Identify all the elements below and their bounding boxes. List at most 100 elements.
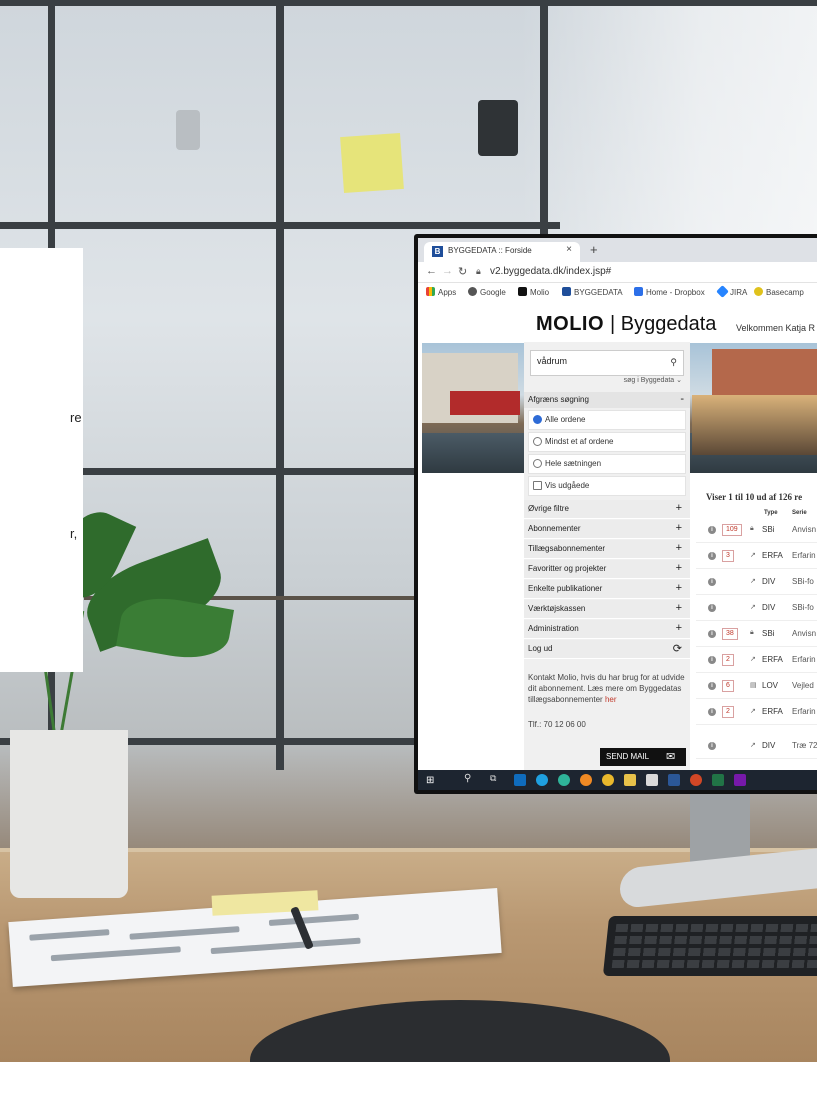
mail-icon: ✉ — [666, 751, 676, 763]
outlook-icon[interactable] — [514, 774, 526, 786]
close-tab-icon[interactable]: × — [566, 244, 572, 255]
onenote-icon[interactable] — [734, 774, 746, 786]
filter-header[interactable]: Afgræns søgning - — [524, 392, 690, 408]
external-link-icon: ↗ — [750, 578, 756, 585]
result-serie[interactable]: Træ 72 — [792, 741, 817, 750]
addon-link[interactable]: her — [605, 695, 617, 704]
word-icon[interactable] — [668, 774, 680, 786]
menu-label: Log ud — [528, 644, 553, 653]
molio-logo[interactable]: MOLIO — [536, 313, 604, 336]
info-icon[interactable]: i — [708, 682, 716, 690]
result-row[interactable]: i 109 🔒︎ SBi Anvisn — [696, 522, 817, 543]
result-type: ERFA — [762, 707, 783, 716]
banner-boat — [450, 391, 520, 415]
checkbox-show-expired[interactable]: Vis udgåede — [528, 476, 686, 496]
windows-start-icon[interactable]: ⊞ — [426, 775, 434, 786]
file-explorer-icon[interactable] — [624, 774, 636, 786]
result-serie[interactable]: Anvisn — [792, 629, 816, 638]
byggedata-logo[interactable]: | Byggedata — [610, 313, 716, 336]
info-icon[interactable]: i — [708, 526, 716, 534]
info-icon[interactable]: i — [708, 656, 716, 664]
new-tab-button[interactable]: + — [590, 242, 598, 257]
bookmark-molio[interactable]: Molio — [518, 287, 549, 297]
bookmark-google[interactable]: Google — [468, 287, 506, 297]
sketch-line — [29, 929, 110, 941]
menu-label: Administration — [528, 624, 579, 633]
bookmark-label: Apps — [438, 288, 457, 297]
excel-icon[interactable] — [712, 774, 724, 786]
expand-icon: + — [675, 542, 682, 554]
menu-single-publications[interactable]: Enkelte publikationer + — [524, 580, 690, 599]
card-text: r, — [70, 526, 78, 541]
result-serie[interactable]: Anvisn — [792, 525, 816, 534]
edge-icon[interactable] — [558, 774, 570, 786]
bookmark-dropbox[interactable]: Home - Dropbox — [634, 287, 705, 297]
bookmark-jira[interactable]: JIRA — [716, 285, 747, 298]
text-card: re r, — [0, 248, 83, 672]
result-serie[interactable]: Erfarin — [792, 707, 816, 716]
result-row[interactable]: i 38 🔒︎ SBi Anvisn — [696, 626, 817, 647]
menu-subscriptions[interactable]: Abonnementer + — [524, 520, 690, 539]
result-row[interactable]: i 6 ▤ LOV Vejled — [696, 678, 817, 699]
pendant-lamp — [176, 110, 200, 150]
result-serie[interactable]: Erfarin — [792, 655, 816, 664]
menu-label: Favoritter og projekter — [528, 564, 607, 573]
task-view-icon[interactable]: ⧉ — [490, 773, 496, 784]
menu-favorites-projects[interactable]: Favoritter og projekter + — [524, 560, 690, 579]
plant-pot — [10, 730, 128, 898]
result-serie[interactable]: Erfarin — [792, 551, 816, 560]
search-input[interactable] — [537, 356, 657, 366]
result-serie[interactable]: Vejled — [792, 681, 814, 690]
maps-icon[interactable] — [646, 774, 658, 786]
reload-icon[interactable]: ↻ — [458, 265, 467, 278]
url-field[interactable]: v2.byggedata.dk/index.jsp# — [490, 266, 611, 277]
info-icon[interactable]: i — [708, 630, 716, 638]
info-icon[interactable]: i — [708, 742, 716, 750]
browser-tab[interactable]: B BYGGEDATA :: Forside × — [424, 242, 580, 262]
chrome-icon[interactable] — [602, 774, 614, 786]
bottom-panel — [68, 1062, 740, 1105]
bookmark-label: BYGGEDATA — [574, 288, 623, 297]
bookmark-byggedata[interactable]: BYGGEDATA — [562, 287, 623, 297]
result-row[interactable]: i ↗ DIV SBi-fo — [696, 574, 817, 595]
radio-all-words[interactable]: Alle ordene — [528, 410, 686, 430]
menu-addon-subscriptions[interactable]: Tillægsabonnementer + — [524, 540, 690, 559]
result-row[interactable]: i ↗ DIV SBi-fo — [696, 600, 817, 621]
search-scope-dropdown[interactable]: søg i Byggedata ⌄ — [530, 376, 682, 388]
taskbar-search-icon[interactable]: ⚲ — [464, 773, 471, 784]
send-mail-button[interactable]: SEND MAIL ✉ — [600, 748, 686, 766]
bookmark-basecamp[interactable]: Basecamp — [754, 287, 804, 297]
internet-explorer-icon[interactable] — [536, 774, 548, 786]
search-icon[interactable]: ⚲ — [670, 357, 677, 368]
result-serie[interactable]: SBi-fo — [792, 577, 814, 586]
info-icon[interactable]: i — [708, 708, 716, 716]
count-badge: 109 — [722, 524, 742, 536]
info-icon[interactable]: i — [708, 604, 716, 612]
menu-other-filters[interactable]: Øvrige filtre + — [524, 500, 690, 519]
result-row[interactable]: i 2 ↗ ERFA Erfarin — [696, 652, 817, 673]
collapse-icon[interactable]: - — [680, 393, 684, 405]
radio-selected-icon — [533, 415, 542, 424]
result-row[interactable]: i ↗ DIV Træ 72 — [696, 738, 817, 759]
result-serie[interactable]: SBi-fo — [792, 603, 814, 612]
menu-log-out[interactable]: Log ud ⟳ — [524, 640, 690, 659]
menu-label: Abonnementer — [528, 524, 581, 533]
back-icon[interactable]: ← — [426, 265, 437, 277]
info-icon[interactable]: i — [708, 552, 716, 560]
info-icon[interactable]: i — [708, 578, 716, 586]
powerpoint-icon[interactable] — [690, 774, 702, 786]
bookmark-apps[interactable]: Apps — [426, 287, 456, 297]
dropbox-icon — [634, 287, 643, 296]
radio-any-word[interactable]: Mindst et af ordene — [528, 432, 686, 452]
result-row[interactable]: i 2 ↗ ERFA Erfarin — [696, 704, 817, 725]
column-header-type[interactable]: Type — [764, 510, 778, 516]
firefox-icon[interactable] — [580, 774, 592, 786]
window-frame — [0, 222, 560, 229]
forward-icon[interactable]: → — [442, 265, 453, 277]
column-header-serie[interactable]: Serie — [792, 510, 807, 516]
menu-administration[interactable]: Administration + — [524, 620, 690, 639]
menu-toolbox[interactable]: Værktøjskassen + — [524, 600, 690, 619]
sidebar: ⚲ søg i Byggedata ⌄ Afgræns søgning - Al… — [524, 342, 690, 790]
radio-exact-phrase[interactable]: Hele sætningen — [528, 454, 686, 474]
result-row[interactable]: i 3 ↗ ERFA Erfarin — [696, 548, 817, 569]
